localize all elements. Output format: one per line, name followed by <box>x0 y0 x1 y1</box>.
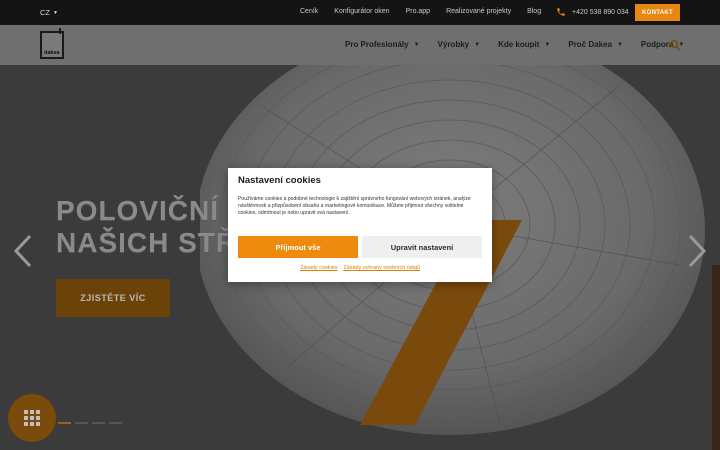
top-link-configurator[interactable]: Konfigurátor oken <box>334 8 389 15</box>
phone-link[interactable]: +420 538 890 034 <box>556 7 629 17</box>
nav-item-label: Pro Profesionály <box>345 40 409 49</box>
chevron-down-icon: ▼ <box>616 41 623 48</box>
slider-dot[interactable] <box>109 422 122 424</box>
hero-cta-button[interactable]: ZJISTĚTE VÍC <box>56 279 170 317</box>
language-label: CZ <box>40 8 50 17</box>
nav-item-label: Proč Dakea <box>568 40 612 49</box>
hero-title-line2: NAŠICH STŘ <box>56 227 238 258</box>
slider-dot[interactable] <box>92 422 105 424</box>
privacy-policy-link[interactable]: Zásady ochrany osobních údajů <box>344 265 420 271</box>
chevron-left-icon[interactable] <box>12 233 34 269</box>
logo-notch <box>59 28 61 34</box>
main-nav: dakea Pro Profesionály ▼ Výrobky ▼ Kde k… <box>0 25 720 65</box>
language-selector[interactable]: CZ ▼ <box>40 8 58 17</box>
edit-settings-button[interactable]: Upravit nastavení <box>362 236 482 258</box>
slider-dot[interactable] <box>58 422 71 424</box>
right-edge-photo <box>712 265 720 450</box>
slider-dot[interactable] <box>75 422 88 424</box>
nav-item-professionals[interactable]: Pro Profesionály ▼ <box>345 40 420 49</box>
chevron-down-icon: ▼ <box>544 41 551 48</box>
top-link-proapp[interactable]: Pro.app <box>406 8 431 15</box>
top-bar: CZ ▼ Ceník Konfigurátor oken Pro.app Rea… <box>0 0 720 25</box>
nav-item-products[interactable]: Výrobky ▼ <box>438 40 481 49</box>
contact-button[interactable]: KONTAKT <box>635 4 680 21</box>
cookie-dialog-title: Nastavení cookies <box>238 175 321 186</box>
apps-menu-button[interactable] <box>8 394 56 442</box>
nav-item-why-dakea[interactable]: Proč Dakea ▼ <box>568 40 623 49</box>
top-link-blog[interactable]: Blog <box>527 8 541 15</box>
nav-items: Pro Profesionály ▼ Výrobky ▼ Kde koupit … <box>345 40 684 49</box>
top-link-pricelist[interactable]: Ceník <box>300 8 318 15</box>
nav-item-where-to-buy[interactable]: Kde koupit ▼ <box>498 40 550 49</box>
phone-number: +420 538 890 034 <box>572 8 629 16</box>
hero-title-line1: POLOVIČNÍ C <box>56 195 250 226</box>
chevron-down-icon: ▼ <box>413 41 420 48</box>
grid-icon <box>24 410 40 426</box>
top-link-projects[interactable]: Realizované projekty <box>446 8 511 15</box>
cookies-policy-link[interactable]: Zásady cookies <box>300 265 337 271</box>
chevron-down-icon: ▼ <box>474 41 481 48</box>
cookie-links: Zásady cookies Zásady ochrany osobních ú… <box>228 265 492 271</box>
chevron-right-icon[interactable] <box>686 233 708 269</box>
dakea-logo[interactable]: dakea <box>40 28 64 59</box>
accept-all-button[interactable]: Přijmout vše <box>238 236 358 258</box>
slider-dots <box>58 422 122 424</box>
chevron-down-icon: ▼ <box>53 9 58 16</box>
cookie-dialog: Nastavení cookies Používáme cookies a po… <box>228 168 492 282</box>
search-icon[interactable] <box>669 39 681 51</box>
nav-item-label: Kde koupit <box>498 40 540 49</box>
cookie-dialog-text: Používáme cookies a podobné technologie … <box>238 196 471 216</box>
top-links: Ceník Konfigurátor oken Pro.app Realizov… <box>300 8 541 15</box>
logo-text: dakea <box>44 50 60 56</box>
hero-title: POLOVIČNÍ C NAŠICH STŘ <box>56 195 249 259</box>
phone-icon <box>557 8 565 16</box>
nav-item-label: Výrobky <box>437 40 470 49</box>
